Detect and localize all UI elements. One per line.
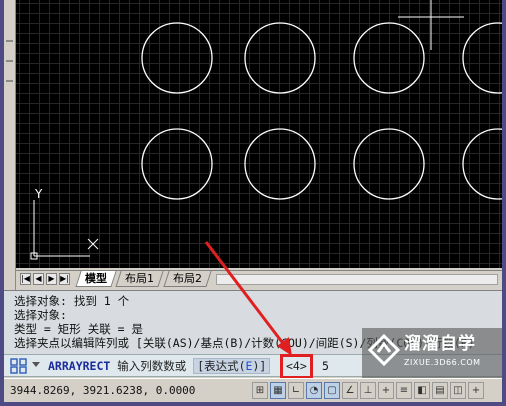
tab-label: 模型 bbox=[85, 272, 107, 285]
option-suffix: )] bbox=[252, 359, 267, 373]
command-input[interactable]: 5 bbox=[322, 358, 329, 374]
coordinate-readout: 3944.8269, 3921.6238, 0.0000 bbox=[10, 384, 196, 397]
snap-icon[interactable]: ⊞ bbox=[252, 382, 268, 399]
watermark-logo-icon bbox=[368, 334, 400, 366]
tab-layout1[interactable]: 布局1 bbox=[115, 271, 164, 287]
watermark-title: 溜溜自学 bbox=[404, 334, 476, 354]
array-circle[interactable] bbox=[141, 128, 213, 200]
array-circle[interactable] bbox=[462, 22, 502, 94]
default-value-highlight bbox=[280, 354, 313, 379]
crosshair-cursor bbox=[398, 0, 464, 50]
array-circle[interactable] bbox=[353, 128, 425, 200]
circle-array bbox=[141, 22, 502, 200]
tab-layout2[interactable]: 布局2 bbox=[163, 271, 212, 287]
qp-icon[interactable]: ▤ bbox=[432, 382, 448, 399]
drawing-canvas[interactable]: Y bbox=[16, 0, 502, 268]
ucs-icon bbox=[30, 200, 99, 260]
toolbar-grip[interactable] bbox=[6, 40, 13, 42]
autocad-window: Y |◀ ◀ ▶ ▶| 模型 布局1 布局2 选择对象: 找到 1 个 选择对象… bbox=[4, 0, 502, 402]
array-circle[interactable] bbox=[244, 128, 316, 200]
expression-option[interactable]: [表达式(E)] bbox=[193, 358, 271, 374]
array-circle[interactable] bbox=[244, 22, 316, 94]
sc-icon[interactable]: ◫ bbox=[450, 382, 466, 399]
layout-tabs-bar: |◀ ◀ ▶ ▶| 模型 布局1 布局2 bbox=[16, 270, 502, 287]
next-tab-button[interactable]: ▶ bbox=[46, 273, 57, 285]
prev-tab-button[interactable]: ◀ bbox=[33, 273, 44, 285]
array-circle[interactable] bbox=[462, 128, 502, 200]
status-bar: 3944.8269, 3921.6238, 0.0000 ⊞ ▦ ∟ ◔ ▢ ∠… bbox=[4, 378, 502, 402]
watermark-subtitle: ZIXUE.3D66.COM bbox=[404, 358, 481, 367]
array-circle[interactable] bbox=[353, 22, 425, 94]
watermark: 溜溜自学 ZIXUE.3D66.COM bbox=[362, 328, 502, 378]
ucs-y-label: Y bbox=[34, 187, 43, 201]
ducs-icon[interactable]: ⊥ bbox=[360, 382, 376, 399]
horizontal-scrollbar[interactable] bbox=[216, 274, 498, 285]
chevron-down-icon[interactable] bbox=[32, 362, 40, 367]
docked-toolbar-strip bbox=[4, 0, 16, 290]
drawing-svg: Y bbox=[30, 0, 502, 260]
toolbar-grip[interactable] bbox=[6, 80, 13, 82]
polar-icon[interactable]: ◔ bbox=[306, 382, 322, 399]
history-line: 选择对象: bbox=[14, 308, 67, 322]
grid-icon[interactable]: ▦ bbox=[270, 382, 286, 399]
command-prompt: ARRAYRECT 输入列数数或 [表达式(E)] bbox=[48, 358, 271, 374]
prompt-text: 输入列数数或 bbox=[117, 359, 187, 373]
transparency-icon[interactable]: ◧ bbox=[414, 382, 430, 399]
toolbar-grip[interactable] bbox=[6, 60, 13, 62]
tab-label: 布局2 bbox=[173, 272, 202, 285]
tab-label: 布局1 bbox=[125, 272, 154, 285]
last-tab-button[interactable]: ▶| bbox=[59, 273, 70, 285]
dyn-icon[interactable]: + bbox=[378, 382, 394, 399]
tab-model[interactable]: 模型 bbox=[75, 271, 117, 287]
otrack-icon[interactable]: ∠ bbox=[342, 382, 358, 399]
ortho-icon[interactable]: ∟ bbox=[288, 382, 304, 399]
array-command-icon[interactable] bbox=[10, 358, 28, 374]
history-line: 选择对象: 找到 1 个 bbox=[14, 294, 130, 308]
option-prefix: [表达式( bbox=[197, 359, 246, 373]
model-icon[interactable]: + bbox=[468, 382, 484, 399]
osnap-icon[interactable]: ▢ bbox=[324, 382, 340, 399]
lineweight-icon[interactable]: ≡ bbox=[396, 382, 412, 399]
array-circle[interactable] bbox=[141, 22, 213, 94]
command-name: ARRAYRECT bbox=[48, 359, 111, 373]
first-tab-button[interactable]: |◀ bbox=[20, 273, 31, 285]
